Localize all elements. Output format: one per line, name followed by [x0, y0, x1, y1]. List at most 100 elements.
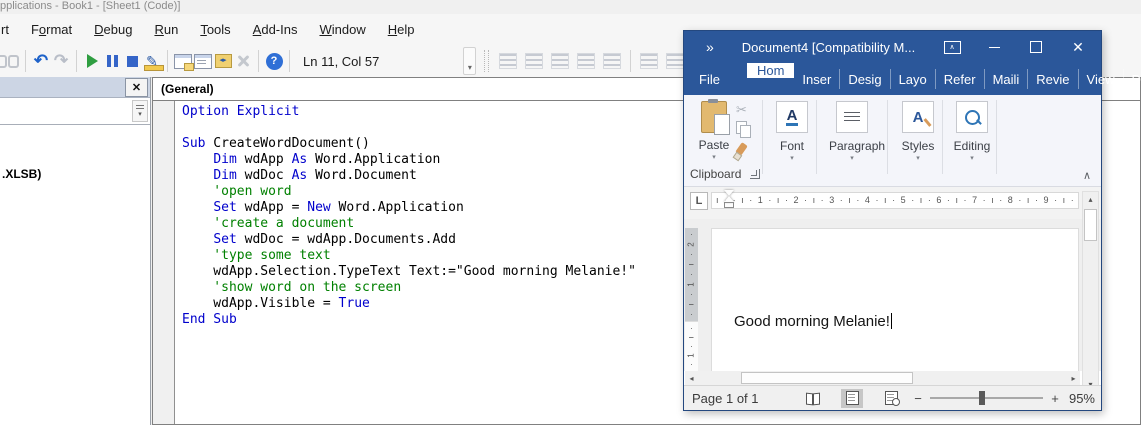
undo-icon[interactable]: ↶	[31, 50, 51, 72]
horizontal-scrollbar[interactable]: ◂ ▸	[685, 371, 1080, 385]
ribbon-separator	[942, 100, 943, 174]
ruler-mark: ·	[947, 193, 950, 208]
clipboard-icon	[701, 101, 727, 133]
ruler-mark: 5	[901, 193, 906, 208]
toolbar-drag-handle[interactable]	[484, 50, 489, 72]
scroll-up-icon[interactable]: ▴	[1083, 192, 1098, 207]
paragraph-group-button[interactable]: Paragraph ▾	[829, 101, 875, 162]
close-icon[interactable]: ✕	[1065, 36, 1091, 58]
tab-inser[interactable]: Inser	[794, 69, 839, 89]
tab-revie[interactable]: Revie	[1027, 69, 1077, 89]
properties-window-icon[interactable]	[193, 50, 213, 72]
vertical-ruler-body: ·ı·1·	[685, 321, 698, 371]
copy-icon[interactable]	[736, 121, 747, 134]
web-layout-icon[interactable]	[880, 389, 902, 408]
zoom-slider-track[interactable]	[930, 397, 1043, 399]
ribbon-separator	[762, 100, 763, 174]
toolbar-options-button[interactable]: ▾	[463, 47, 476, 75]
tab-desig[interactable]: Desig	[839, 69, 889, 89]
scroll-left-icon[interactable]: ◂	[685, 371, 698, 385]
document-text[interactable]: Good morning Melanie!	[734, 313, 892, 330]
complete-word-icon[interactable]	[603, 53, 621, 69]
zoom-slider-thumb[interactable]	[979, 391, 985, 405]
code-margin-bar	[153, 101, 175, 424]
tab-layo[interactable]: Layo	[890, 69, 935, 89]
scroll-right-icon[interactable]: ▸	[1067, 371, 1080, 385]
design-mode-icon[interactable]: ✎	[142, 50, 162, 72]
page-indicator[interactable]: Page 1 of 1	[692, 391, 759, 406]
object-dropdown[interactable]: (General)	[153, 82, 214, 96]
zoom-in-button[interactable]: +	[1049, 391, 1061, 406]
format-painter-icon[interactable]	[735, 142, 748, 156]
horizontal-ruler[interactable]: ı··ı·1·ı·2·ı·3·ı·4·ı·5·ı·6·ı·7·ı·8·ı·9·ı…	[711, 192, 1079, 209]
magnifier-glyph	[965, 110, 980, 125]
menu-addins[interactable]: Add-Ins	[242, 22, 309, 37]
pencil-ruler-glyph: ✎	[146, 55, 158, 67]
ribbon-separator	[996, 100, 997, 174]
word-titlebar[interactable]: » Document4 [Compatibility M... ∧ ✕	[684, 31, 1101, 63]
tab-refer[interactable]: Refer	[935, 69, 984, 89]
read-mode-icon[interactable]	[802, 389, 824, 408]
toolbox-icon[interactable]	[233, 50, 253, 72]
vertical-scroll-thumb[interactable]	[1084, 209, 1097, 241]
zoom-out-button[interactable]: −	[912, 391, 924, 406]
collapse-ribbon-icon[interactable]: ∧	[1083, 169, 1091, 182]
horizontal-scroll-thumb[interactable]	[741, 372, 913, 384]
editing-group-button[interactable]: Editing ▾	[949, 101, 995, 162]
menu-format[interactable]: Format	[20, 22, 83, 37]
print-layout-icon[interactable]	[841, 389, 863, 408]
list-properties-icon[interactable]	[499, 53, 517, 69]
vertical-scrollbar[interactable]: ▴ ▾	[1082, 191, 1099, 393]
hanging-indent-marker[interactable]	[724, 196, 734, 202]
quick-info-icon[interactable]	[551, 53, 569, 69]
cut-icon[interactable]: ✂	[736, 103, 747, 116]
tab-stop-selector[interactable]: L	[690, 192, 708, 210]
help-icon[interactable]: ?	[264, 50, 284, 72]
question-glyph: ?	[266, 53, 283, 70]
styles-group-button[interactable]: A Styles ▾	[895, 101, 941, 162]
quick-access-overflow-icon[interactable]: »	[706, 39, 714, 55]
project-explorer-icon[interactable]	[173, 50, 193, 72]
indent-icon[interactable]	[640, 53, 658, 69]
break-icon[interactable]	[102, 50, 122, 72]
tab-file[interactable]: File	[684, 63, 735, 95]
outdent-icon[interactable]	[666, 53, 684, 69]
tab-maili[interactable]: Maili	[984, 69, 1028, 89]
dialog-launcher-icon[interactable]	[750, 169, 760, 179]
ruler-mark: ı	[688, 303, 695, 305]
editing-icon	[956, 101, 988, 133]
paste-button[interactable]: Paste ▾	[694, 101, 734, 161]
document-page[interactable]: Good morning Melanie!	[711, 228, 1079, 371]
run-macro-icon[interactable]	[82, 50, 102, 72]
tab-hom[interactable]: Hom	[747, 63, 794, 78]
object-browser-icon[interactable]: ◂▸	[213, 50, 233, 72]
clipboard-group-label: Clipboard	[690, 167, 741, 181]
minimize-icon[interactable]	[981, 36, 1007, 58]
left-indent-marker[interactable]	[724, 202, 734, 208]
ribbon-display-options-icon[interactable]: ∧	[939, 36, 965, 58]
project-tree-item[interactable]: .XLSB)	[2, 167, 150, 181]
menu-help[interactable]: Help	[377, 22, 426, 37]
ruler-mark: ·	[856, 193, 859, 208]
close-icon[interactable]: ✕	[125, 78, 148, 97]
tab-view[interactable]: View	[1078, 69, 1123, 89]
menu-tools[interactable]: Tools	[189, 22, 241, 37]
menu-window[interactable]: Window	[308, 22, 376, 37]
font-group-button[interactable]: A Font ▾	[769, 101, 815, 162]
list-constants-icon[interactable]	[525, 53, 543, 69]
menu-run[interactable]: Run	[143, 22, 189, 37]
ruler-mark: ·	[928, 193, 931, 208]
chevron-down-icon: ▾	[769, 154, 815, 162]
parameter-info-icon[interactable]	[577, 53, 595, 69]
zoom-level[interactable]: 95%	[1065, 391, 1095, 406]
reset-icon[interactable]	[122, 50, 142, 72]
menu-debug[interactable]: Debug	[83, 22, 143, 37]
find-icon[interactable]	[0, 50, 20, 72]
chevron-down-icon: ▾	[694, 153, 734, 161]
tab-deve[interactable]: Deve	[1123, 69, 1141, 89]
indent-markers[interactable]	[724, 190, 734, 214]
maximize-icon[interactable]	[1023, 36, 1049, 58]
redo-icon[interactable]: ↷	[51, 50, 71, 72]
panel-options-dropdown[interactable]: ▾	[132, 100, 148, 122]
menu-rt[interactable]: rt	[0, 22, 20, 37]
